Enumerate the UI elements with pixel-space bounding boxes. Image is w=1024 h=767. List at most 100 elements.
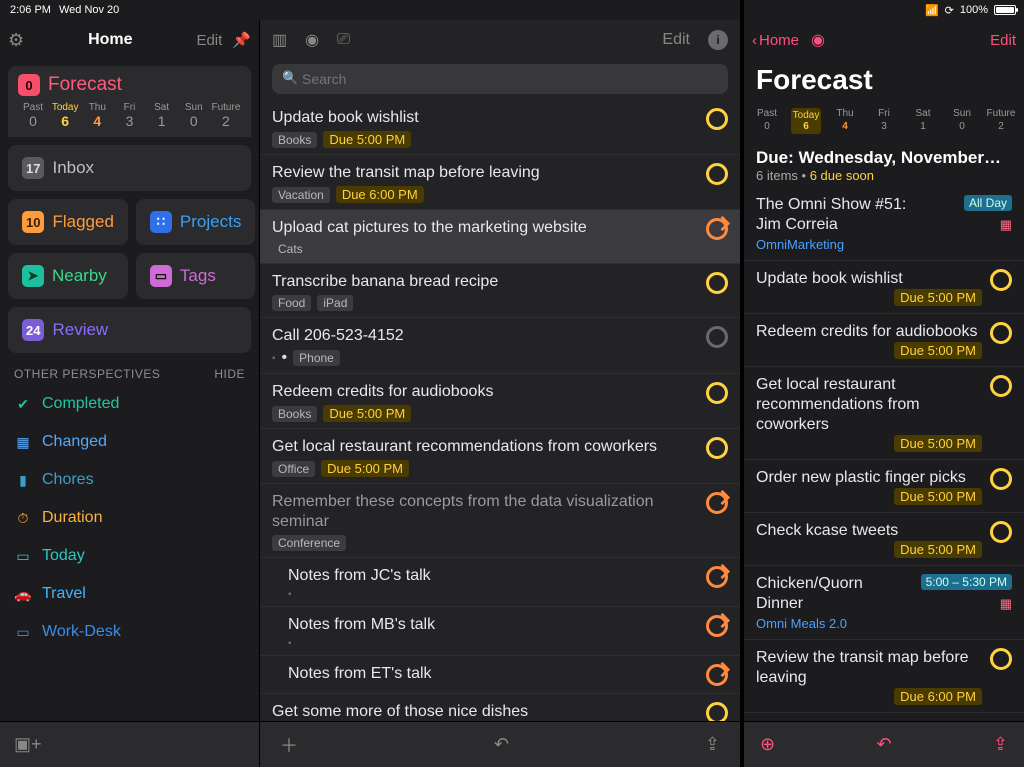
search-icon: 🔍	[282, 70, 298, 86]
task-row[interactable]: Update book wishlistBooks Due 5:00 PM	[260, 100, 740, 155]
search-input[interactable]	[272, 64, 728, 94]
sidebar-item-tags[interactable]: ▭ Tags	[136, 253, 255, 299]
tags-icon: ▭	[150, 265, 172, 287]
project-label[interactable]: OmniMarketing	[756, 237, 844, 252]
perspective-changed[interactable]: ▦Changed	[0, 423, 259, 461]
sidebar-item-inbox[interactable]: 17 Inbox	[8, 145, 251, 191]
status-circle[interactable]	[706, 664, 728, 686]
task-row[interactable]: Get some more of those nice dishes▪ • Sh…	[260, 694, 740, 721]
undo-icon[interactable]: ↶	[876, 734, 891, 755]
task-row[interactable]: Order new plastic finger picksDue 5:00 P…	[744, 460, 1024, 513]
task-row[interactable]: Call 206-523-4152▪ • Phone	[260, 318, 740, 374]
status-circle[interactable]	[990, 375, 1012, 397]
pin-icon[interactable]: 📌	[232, 31, 251, 49]
status-circle[interactable]	[990, 521, 1012, 543]
task-row[interactable]: Notes from JC's talk▪	[260, 558, 740, 607]
projects-icon: ∷	[150, 211, 172, 233]
forecast-day-counts[interactable]: 0 6 4 3 1 0 2	[18, 113, 241, 133]
right-edit-button[interactable]: Edit	[990, 32, 1016, 49]
task-title: Review the transit map before leaving	[272, 163, 698, 183]
perspective-today[interactable]: ▭Today	[0, 537, 259, 575]
task-row[interactable]: Review the transit map before leavingDue…	[744, 640, 1024, 713]
back-button[interactable]: ‹ Home	[752, 32, 799, 49]
undo-icon[interactable]: ↶	[494, 734, 509, 755]
perspective-label: Changed	[42, 433, 107, 451]
tag[interactable]: Vacation	[272, 187, 330, 203]
status-circle[interactable]	[990, 269, 1012, 291]
sidebar-edit-button[interactable]: Edit	[196, 32, 222, 49]
perspective-travel[interactable]: 🚗Travel	[0, 575, 259, 613]
right-day-counts[interactable]: 0 6 4 3 1 0 2	[752, 121, 1016, 138]
tasklist-edit-button[interactable]: Edit	[662, 31, 690, 49]
task-row[interactable]: Notes from ET's talk	[260, 656, 740, 694]
task-row[interactable]: Remember these concepts from the data vi…	[260, 484, 740, 558]
perspective-chores[interactable]: ▮Chores	[0, 461, 259, 499]
project-label[interactable]: Omni Meals 2.0	[756, 616, 847, 631]
tag[interactable]: Cats	[272, 241, 309, 257]
eye-icon[interactable]: ◉	[305, 30, 319, 50]
sidebar-item-projects[interactable]: ∷ Projects	[136, 199, 255, 245]
new-action-icon[interactable]: ⊕	[760, 734, 775, 755]
due-badge: Due 5:00 PM	[894, 342, 982, 359]
task-row[interactable]: Redeem credits for audiobooksDue 5:00 PM	[744, 314, 1024, 367]
task-row[interactable]: Check kcase tweetsDue 5:00 PM	[744, 513, 1024, 566]
perspectives-hide-button[interactable]: HIDE	[214, 367, 245, 381]
status-circle[interactable]	[706, 702, 728, 721]
status-circle[interactable]	[706, 163, 728, 185]
status-circle[interactable]	[706, 437, 728, 459]
due-badge: Due 5:00 PM	[894, 289, 982, 306]
task-row[interactable]: The Omni Show #51:Jim CorreiaOmniMarketi…	[744, 187, 1024, 261]
task-row[interactable]: Review the transit map before leaving Vac…	[260, 155, 740, 210]
status-circle[interactable]	[706, 326, 728, 348]
flag-icon: ▪	[272, 353, 276, 364]
tag[interactable]: Books	[272, 132, 317, 148]
perspective-duration[interactable]: ⏱Duration	[0, 499, 259, 537]
forecast-card[interactable]: 0 Forecast Past Today Thu Fri Sat Sun Fu…	[8, 66, 251, 137]
tag[interactable]: Phone	[293, 350, 340, 366]
tag[interactable]: Conference	[272, 535, 346, 551]
task-row[interactable]: Redeem credits for audiobooksBooks Due 5…	[260, 374, 740, 429]
share-icon[interactable]: ⇪	[705, 734, 720, 755]
task-title: Redeem credits for audiobooks	[756, 322, 982, 342]
focus-icon[interactable]: ▥	[272, 30, 287, 50]
cleanup-icon[interactable]: ⎚	[337, 31, 350, 49]
status-circle[interactable]	[706, 492, 728, 514]
task-title: Get some more of those nice dishes	[272, 702, 698, 721]
share-icon[interactable]: ⇪	[993, 734, 1008, 755]
status-circle[interactable]	[706, 615, 728, 637]
task-title: Call 206-523-4152	[272, 326, 698, 346]
tag[interactable]: Food	[272, 295, 311, 311]
task-row[interactable]: Transcribe banana bread recipeFoodiPad	[260, 264, 740, 318]
sidebar-item-nearby[interactable]: ➤ Nearby	[8, 253, 128, 299]
perspective-work-desk[interactable]: ▭Work-Desk	[0, 613, 259, 651]
tag[interactable]: Books	[272, 406, 317, 422]
task-row[interactable]: Get local restaurant recommendations fro…	[744, 367, 1024, 460]
tag[interactable]: Office	[272, 461, 315, 477]
status-circle[interactable]	[706, 272, 728, 294]
tag[interactable]: iPad	[317, 295, 353, 311]
due-badge: Due 5:00 PM	[894, 488, 982, 505]
inbox-label: Inbox	[52, 158, 94, 178]
task-row[interactable]: Get local restaurant recommendations fro…	[260, 429, 740, 484]
new-action-icon[interactable]: ＋	[280, 732, 298, 758]
info-icon[interactable]: i	[708, 30, 728, 50]
task-row[interactable]: Chicken/Quorn DinnerOmni Meals 2.05:00 –…	[744, 566, 1024, 640]
task-title: Notes from MB's talk	[288, 615, 698, 635]
task-row[interactable]: Notes from MB's talk▪	[260, 607, 740, 656]
task-row[interactable]: Update book wishlistDue 5:00 PM	[744, 261, 1024, 314]
status-circle[interactable]	[990, 322, 1012, 344]
add-perspective-icon[interactable]: ▣+	[14, 734, 42, 755]
perspective-completed[interactable]: ✔Completed	[0, 385, 259, 423]
status-circle[interactable]	[706, 382, 728, 404]
time-chip: 5:00 – 5:30 PM	[921, 574, 1012, 590]
sidebar-item-flagged[interactable]: 10 Flagged	[8, 199, 128, 245]
status-circle[interactable]	[990, 468, 1012, 490]
status-circle[interactable]	[706, 566, 728, 588]
sidebar-item-review[interactable]: 24 Review	[8, 307, 251, 353]
task-row[interactable]: Upload cat pictures to the marketing web…	[260, 210, 740, 264]
status-circle[interactable]	[706, 218, 728, 240]
eye-icon[interactable]: ◉	[811, 30, 825, 50]
status-circle[interactable]	[990, 648, 1012, 670]
gear-icon[interactable]: ⚙	[8, 30, 24, 51]
status-circle[interactable]	[706, 108, 728, 130]
